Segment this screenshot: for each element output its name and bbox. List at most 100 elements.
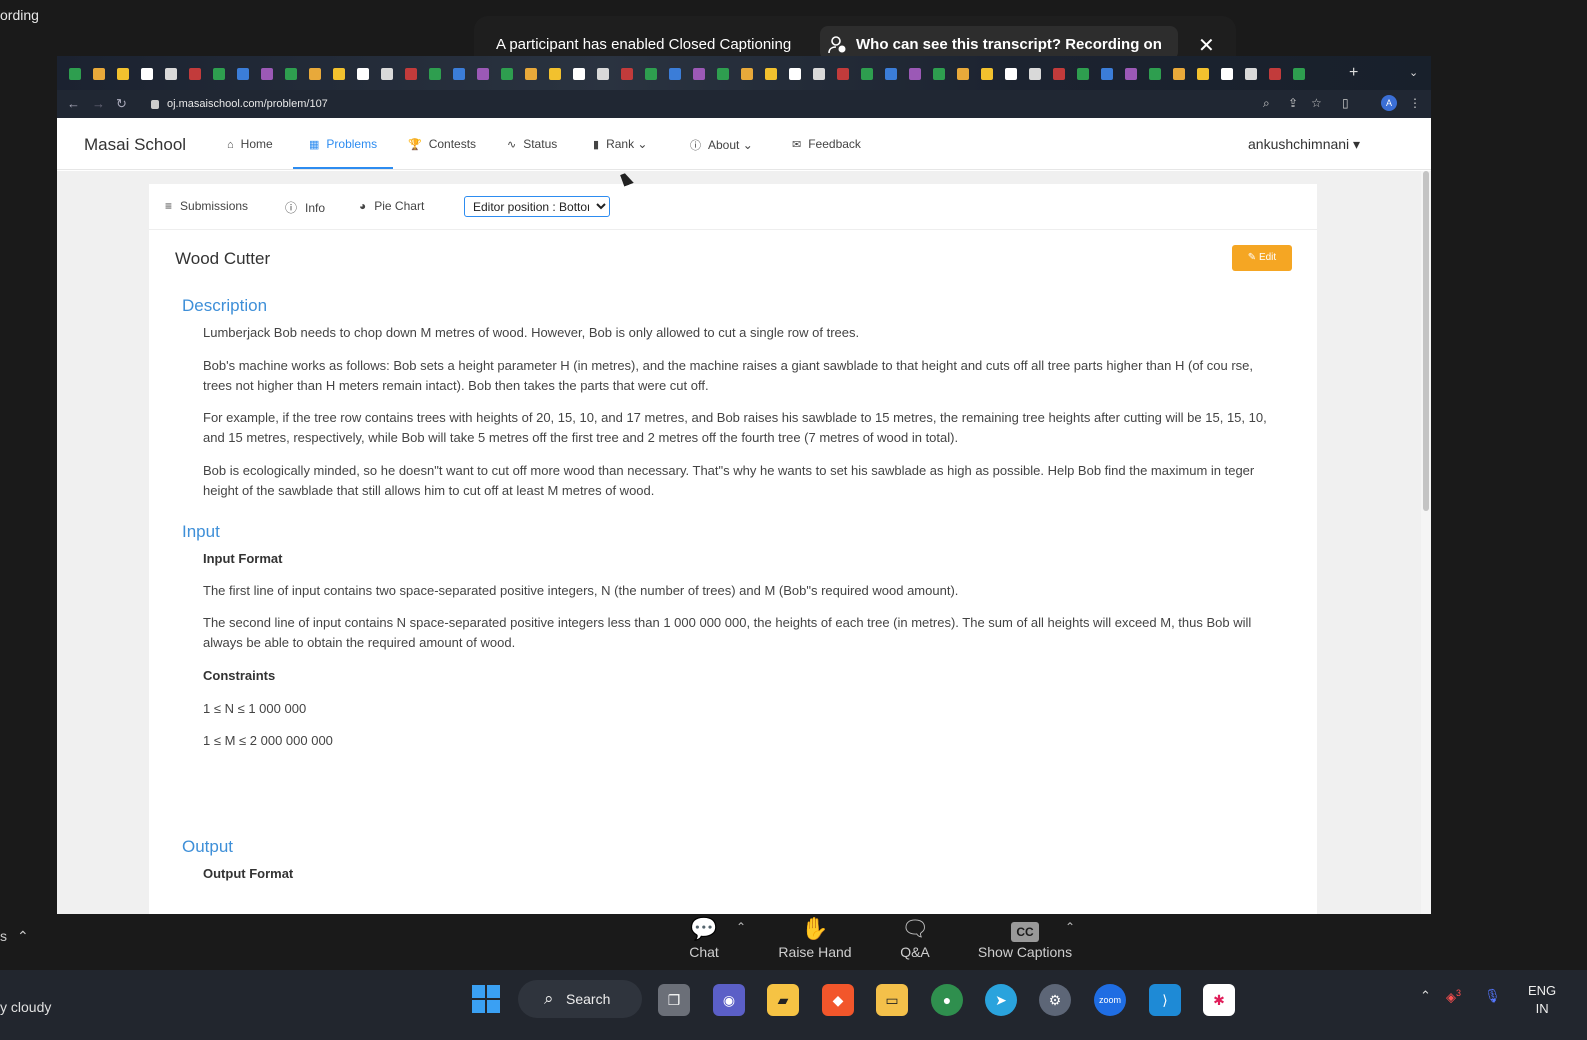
- nav-feedback[interactable]: ✉ Feedback: [792, 137, 861, 151]
- tab-favicon-icon[interactable]: [1125, 68, 1137, 80]
- edit-button[interactable]: ✎ Edit: [1232, 245, 1292, 271]
- url-field[interactable]: oj.masaischool.com/problem/107: [147, 94, 1327, 114]
- tab-favicon-icon[interactable]: [693, 68, 705, 80]
- tab-favicon-icon[interactable]: [573, 68, 585, 80]
- nav-home[interactable]: ⌂ Home: [227, 137, 273, 151]
- weather-text[interactable]: y cloudy: [0, 999, 51, 1015]
- microphone-icon[interactable]: 🎙: [1484, 988, 1501, 1004]
- close-icon[interactable]: ✕: [1198, 33, 1215, 58]
- tab-favicon-icon[interactable]: [981, 68, 993, 80]
- tab-favicon-icon[interactable]: [261, 68, 273, 80]
- tab-favicon-icon[interactable]: [117, 68, 129, 80]
- tab-favicon-icon[interactable]: [597, 68, 609, 80]
- tab-favicon-icon[interactable]: [1005, 68, 1017, 80]
- tab-favicon-icon[interactable]: [669, 68, 681, 80]
- zoom-app-icon[interactable]: zoom: [1094, 984, 1126, 1016]
- tab-favicon-icon[interactable]: [93, 68, 105, 80]
- tab-favicon-icon[interactable]: [381, 68, 393, 80]
- language-indicator[interactable]: ENG IN: [1528, 982, 1556, 1018]
- windows-start-icon[interactable]: [470, 984, 502, 1016]
- tab-favicon-icon[interactable]: [1053, 68, 1065, 80]
- user-menu[interactable]: ankushchimnani ▾: [1248, 136, 1360, 153]
- profile-avatar[interactable]: A: [1381, 95, 1397, 111]
- page-scrollbar[interactable]: [1421, 171, 1431, 914]
- tab-favicon-icon[interactable]: [933, 68, 945, 80]
- tab-favicon-icon[interactable]: [1269, 68, 1281, 80]
- nav-contests[interactable]: 🏆 Contests: [408, 137, 476, 151]
- tab-favicon-icon[interactable]: [189, 68, 201, 80]
- tab-favicon-icon[interactable]: [1077, 68, 1089, 80]
- tab-favicon-icon[interactable]: [453, 68, 465, 80]
- submissions-tab[interactable]: ≡ Submissions: [165, 199, 248, 213]
- scroll-thumb[interactable]: [1423, 171, 1429, 511]
- tab-favicon-icon[interactable]: [357, 68, 369, 80]
- tab-favicon-icon[interactable]: [717, 68, 729, 80]
- tab-favicon-icon[interactable]: [237, 68, 249, 80]
- tab-favicon-icon[interactable]: [1029, 68, 1041, 80]
- tab-favicon-icon[interactable]: [549, 68, 561, 80]
- settings-icon[interactable]: ⚙: [1039, 984, 1071, 1016]
- bookmark-star-icon[interactable]: ☆: [1311, 96, 1322, 110]
- tab-favicon-icon[interactable]: [477, 68, 489, 80]
- task-view-icon[interactable]: ❐: [658, 984, 690, 1016]
- tab-favicon-icon[interactable]: [213, 68, 225, 80]
- chevron-up-icon[interactable]: ⌃: [1065, 920, 1075, 934]
- teams-chat-icon[interactable]: ◉: [713, 984, 745, 1016]
- transcript-info-text[interactable]: Who can see this transcript? Recording o…: [856, 36, 1162, 53]
- tab-favicon-icon[interactable]: [621, 68, 633, 80]
- pie-chart-tab[interactable]: ◕ Pie Chart: [359, 199, 424, 213]
- tab-favicon-icon[interactable]: [837, 68, 849, 80]
- tab-favicon-icon[interactable]: [525, 68, 537, 80]
- tab-favicon-icon[interactable]: [645, 68, 657, 80]
- raise-hand-button[interactable]: ✋ Raise Hand: [770, 914, 860, 960]
- tab-favicon-icon[interactable]: [741, 68, 753, 80]
- taskbar-search[interactable]: ⌕ Search: [518, 980, 642, 1018]
- chevron-up-icon[interactable]: ⌃: [736, 920, 746, 934]
- tray-notification-icon[interactable]: ◈3: [1446, 988, 1461, 1005]
- info-tab[interactable]: ⓘ Info: [285, 199, 325, 216]
- new-tab-icon[interactable]: +: [1349, 64, 1358, 82]
- tab-favicon-icon[interactable]: [957, 68, 969, 80]
- tab-favicon-icon[interactable]: [501, 68, 513, 80]
- qa-button[interactable]: 🗨 Q&A: [890, 914, 940, 960]
- chevron-up-icon[interactable]: ⌃: [17, 928, 29, 944]
- tab-favicon-icon[interactable]: [765, 68, 777, 80]
- side-panel-icon[interactable]: ▯: [1342, 96, 1349, 110]
- nav-rank[interactable]: ▮ Rank ⌄: [593, 137, 647, 151]
- tab-favicon-icon[interactable]: [69, 68, 81, 80]
- tab-favicon-icon[interactable]: [909, 68, 921, 80]
- tab-favicon-icon[interactable]: [813, 68, 825, 80]
- nav-status[interactable]: ∿ Status: [507, 137, 557, 151]
- tab-favicon-icon[interactable]: [1173, 68, 1185, 80]
- chat-button[interactable]: 💬 Chat: [676, 914, 732, 960]
- tab-favicon-icon[interactable]: [141, 68, 153, 80]
- editor-position-select[interactable]: Editor position : Bottom: [464, 196, 610, 217]
- tab-favicon-icon[interactable]: [309, 68, 321, 80]
- back-icon[interactable]: ←: [67, 96, 80, 111]
- tab-favicon-icon[interactable]: [1221, 68, 1233, 80]
- tab-favicon-icon[interactable]: [1197, 68, 1209, 80]
- telegram-icon[interactable]: ➤: [985, 984, 1017, 1016]
- tab-favicon-icon[interactable]: [1245, 68, 1257, 80]
- forward-icon[interactable]: →: [92, 96, 105, 111]
- tray-chevron-up-icon[interactable]: ⌃: [1420, 988, 1431, 1004]
- tab-favicon-icon[interactable]: [285, 68, 297, 80]
- tab-favicon-icon[interactable]: [1101, 68, 1113, 80]
- tab-favicon-icon[interactable]: [861, 68, 873, 80]
- tab-favicon-icon[interactable]: [789, 68, 801, 80]
- tab-favicon-icon[interactable]: [405, 68, 417, 80]
- brand-logo[interactable]: Masai School: [84, 135, 186, 155]
- tab-favicon-icon[interactable]: [165, 68, 177, 80]
- vscode-icon[interactable]: ⟩: [1149, 984, 1181, 1016]
- share-icon[interactable]: ⇪: [1288, 96, 1298, 110]
- zoom-icon[interactable]: ⌕: [1263, 96, 1270, 111]
- tab-favicon-icon[interactable]: [333, 68, 345, 80]
- tab-favicon-icon[interactable]: [1293, 68, 1305, 80]
- chrome-icon[interactable]: ●: [931, 984, 963, 1016]
- file-explorer-icon[interactable]: ▭: [876, 984, 908, 1016]
- slack-icon[interactable]: ✱: [1203, 984, 1235, 1016]
- tab-search-chevron-icon[interactable]: ⌄: [1409, 66, 1418, 79]
- brave-browser-icon[interactable]: ◆: [822, 984, 854, 1016]
- nav-problems[interactable]: ▦ Problems: [309, 137, 377, 151]
- tab-favicon-icon[interactable]: [429, 68, 441, 80]
